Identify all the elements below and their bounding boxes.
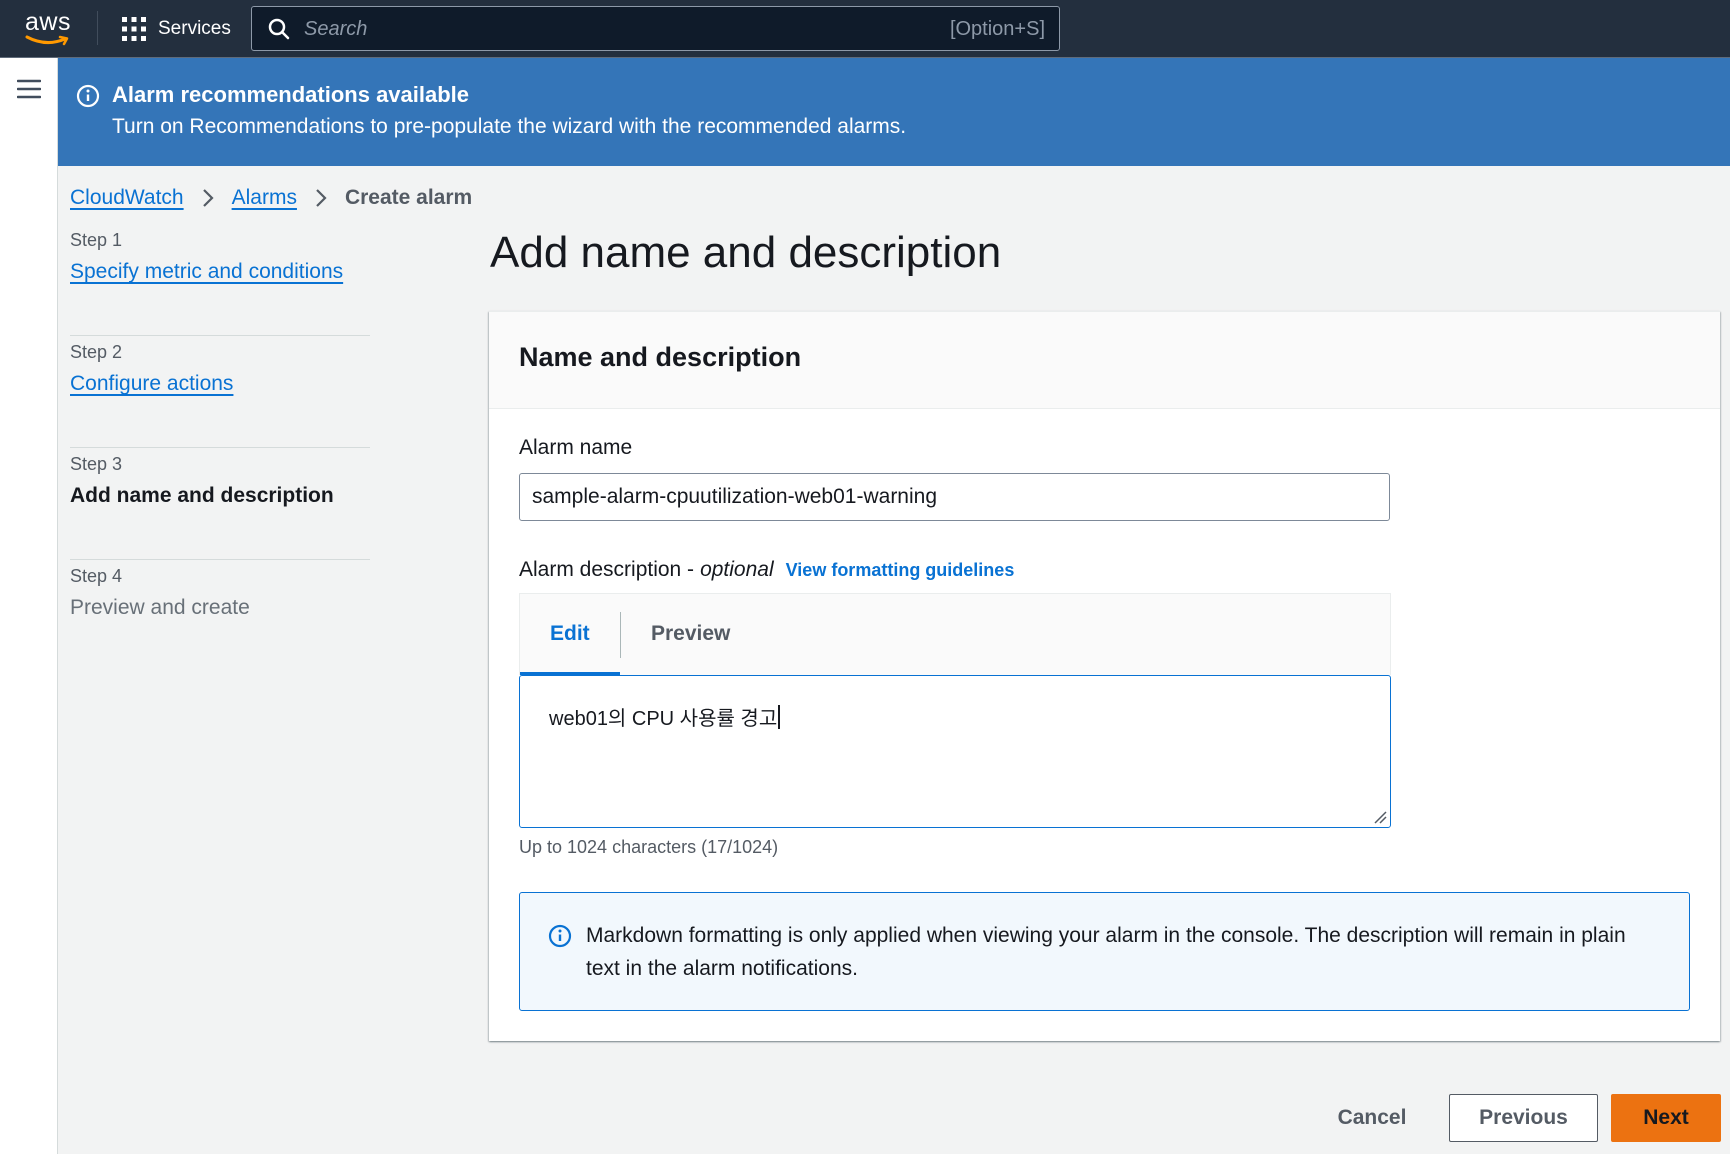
alarm-description-textarea[interactable]: web01의 CPU 사용률 경고 [519, 675, 1391, 828]
wizard-step-3: Step 3 Add name and description [70, 448, 370, 560]
side-navigation-rail [0, 58, 58, 1154]
step-link-specify-metric[interactable]: Specify metric and conditions [70, 260, 343, 284]
text-caret [778, 705, 780, 729]
optional-label: optional [700, 558, 774, 581]
step-preview-and-create: Preview and create [70, 596, 250, 619]
description-text: web01의 CPU 사용률 경고 [549, 708, 778, 730]
markdown-editor: Edit Preview web01의 CPU 사용률 경고 [519, 593, 1391, 834]
grid-icon [122, 17, 146, 41]
cancel-button[interactable]: Cancel [1322, 1094, 1422, 1142]
previous-button[interactable]: Previous [1449, 1094, 1598, 1142]
alarm-name-label: Alarm name [519, 436, 633, 459]
search-shortcut-hint: [Option+S] [949, 18, 1045, 40]
next-button[interactable]: Next [1611, 1094, 1721, 1142]
nav-divider [97, 11, 98, 45]
breadcrumb-current: Create alarm [344, 186, 473, 209]
info-icon [76, 84, 100, 108]
search-placeholder: Search [304, 18, 368, 40]
formatting-guidelines-link[interactable]: View formatting guidelines [786, 560, 1015, 581]
alarm-name-input[interactable]: sample-alarm-cpuutilization-web01-warnin… [519, 473, 1390, 521]
wizard-steps-nav: Step 1 Specify metric and conditions Ste… [70, 224, 370, 672]
step-current-add-name: Add name and description [70, 484, 334, 507]
container-title: Name and description [519, 342, 802, 372]
wizard-step-2: Step 2 Configure actions [70, 336, 370, 448]
step-number: Step 3 [70, 454, 123, 474]
tab-divider [620, 612, 621, 658]
breadcrumb-alarms-link[interactable]: Alarms [232, 186, 297, 210]
page-title: Add name and description [490, 228, 1002, 277]
alarm-description-label: Alarm description - optional View format… [519, 558, 1014, 582]
search-icon [268, 18, 290, 40]
chevron-right-icon [315, 188, 327, 208]
aws-logo[interactable]: aws [24, 8, 74, 46]
description-label-text: Alarm description - [519, 558, 695, 581]
markdown-info-alert: Markdown formatting is only applied when… [519, 892, 1690, 1011]
chevron-right-icon [202, 188, 214, 208]
step-number: Step 1 [70, 230, 123, 250]
character-count-constraint: Up to 1024 characters (17/1024) [519, 837, 779, 857]
step-number: Step 4 [70, 566, 123, 586]
aws-smile-icon [25, 35, 69, 46]
top-navigation: aws Services Search [Option+S] [0, 0, 1730, 58]
container-header: Name and description [489, 312, 1720, 409]
flash-title: Alarm recommendations available [112, 82, 470, 107]
editor-tabs: Edit Preview [519, 593, 1391, 675]
step-number: Step 2 [70, 342, 123, 362]
breadcrumb: CloudWatch Alarms Create alarm [70, 186, 472, 210]
wizard-step-1: Step 1 Specify metric and conditions [70, 224, 370, 336]
step-link-configure-actions[interactable]: Configure actions [70, 372, 233, 396]
tab-preview[interactable]: Preview [651, 622, 730, 646]
recommendations-flash-banner: Alarm recommendations available Turn on … [58, 58, 1730, 166]
name-description-container: Name and description Alarm name sample-a… [489, 311, 1720, 1041]
services-label: Services [158, 18, 231, 39]
aws-logo-text: aws [25, 8, 71, 36]
resize-handle-icon[interactable] [1373, 810, 1387, 824]
services-menu-button[interactable]: Services [122, 16, 231, 42]
flash-description: Turn on Recommendations to pre-populate … [112, 115, 907, 138]
info-alert-text: Markdown formatting is only applied when… [586, 924, 1626, 980]
wizard-step-4: Step 4 Preview and create [70, 560, 370, 672]
tab-edit[interactable]: Edit [550, 622, 590, 646]
info-icon [548, 924, 572, 948]
breadcrumb-cloudwatch-link[interactable]: CloudWatch [70, 186, 184, 210]
search-input[interactable]: Search [Option+S] [251, 6, 1060, 51]
menu-icon[interactable] [17, 79, 41, 99]
